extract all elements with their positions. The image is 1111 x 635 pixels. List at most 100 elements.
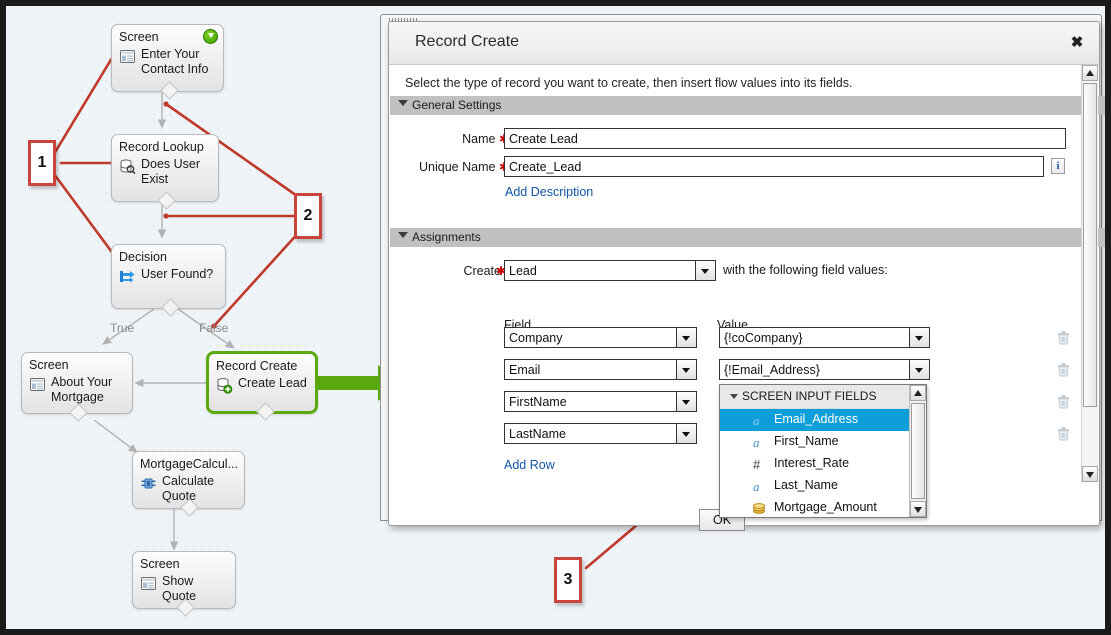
flow-node-mortgage-calc[interactable]: MortgageCalcul... CalculateQuote <box>132 451 245 509</box>
scroll-down-icon[interactable] <box>910 501 926 517</box>
svg-text:a: a <box>753 479 760 494</box>
name-input[interactable]: Create Lead <box>504 128 1066 149</box>
node-connector-diamond[interactable] <box>69 403 87 421</box>
create-suffix-text: with the following field values: <box>723 263 888 277</box>
node-type-label: Screen <box>140 557 228 572</box>
callout-marker-2: 2 <box>294 193 322 239</box>
dropdown-group-header[interactable]: SCREEN INPUT FIELDS <box>720 385 926 409</box>
create-field-label: Create <box>411 264 501 278</box>
dialog-scroll-thumb[interactable] <box>1083 83 1097 407</box>
new-badge-icon <box>203 29 218 44</box>
assignment-field-input[interactable]: Email <box>504 359 677 380</box>
callout-number: 1 <box>38 154 47 172</box>
flow-node-screen-contact[interactable]: Screen Enter YourContact Info <box>111 24 224 92</box>
dropdown-item-interest-rate[interactable]: # Interest_Rate <box>720 453 926 475</box>
unique-name-field-label: Unique Name ✱ <box>394 160 509 174</box>
assignment-field-dropdown-button[interactable] <box>677 327 697 348</box>
unique-name-input[interactable]: Create_Lead <box>504 156 1044 177</box>
node-name-label: Does UserExist <box>141 157 200 187</box>
assignment-value-input[interactable]: {!coCompany} <box>719 327 910 348</box>
dialog-scrollbar[interactable] <box>1081 65 1098 482</box>
text-var-icon: a <box>752 412 767 428</box>
dropdown-item-label: Interest_Rate <box>774 456 849 470</box>
flow-node-screen-quote[interactable]: Screen Show Quote <box>132 551 236 609</box>
dropdown-group-label: SCREEN INPUT FIELDS <box>742 389 876 403</box>
info-icon[interactable]: i <box>1051 158 1065 174</box>
flow-node-decision[interactable]: Decision User Found? <box>111 244 226 309</box>
record-lookup-icon <box>119 158 136 175</box>
assignment-field-input[interactable]: LastName <box>504 423 677 444</box>
value-dropdown-list[interactable]: SCREEN INPUT FIELDS a Email_Address a Fi… <box>719 384 927 518</box>
screen-icon <box>119 48 136 65</box>
scroll-down-icon[interactable] <box>1082 466 1098 482</box>
name-label-text: Name <box>462 132 495 146</box>
dropdown-scrollbar[interactable] <box>909 385 926 517</box>
node-name-label: Create Lead <box>238 376 307 391</box>
svg-text:#: # <box>753 457 761 472</box>
scroll-up-icon[interactable] <box>910 385 926 401</box>
section-header-assignments[interactable]: Assignments <box>390 228 1105 247</box>
assignment-field-input[interactable]: Company <box>504 327 677 348</box>
node-type-label: MortgageCalcul... <box>140 457 237 472</box>
delete-row-icon[interactable] <box>1057 330 1070 345</box>
node-name-label: About YourMortgage <box>51 375 112 405</box>
assignment-value-input[interactable]: {!Email_Address} <box>719 359 910 380</box>
add-description-link[interactable]: Add Description <box>505 185 593 199</box>
delete-row-icon[interactable] <box>1057 426 1070 441</box>
assignment-value-dropdown-button[interactable] <box>910 359 930 380</box>
screen-icon <box>29 376 46 393</box>
assignment-field-dropdown-button[interactable] <box>677 359 697 380</box>
node-connector-diamond[interactable] <box>160 81 178 99</box>
name-field-label: Name ✱ <box>419 132 509 146</box>
flow-node-record-lookup[interactable]: Record Lookup Does UserExist <box>111 134 219 202</box>
text-var-icon: a <box>752 434 767 450</box>
node-type-label: Record Lookup <box>119 140 211 155</box>
chevron-down-icon <box>398 100 408 106</box>
dropdown-item-first-name[interactable]: a First_Name <box>720 431 926 453</box>
close-icon[interactable]: ✖ <box>1069 33 1085 51</box>
add-row-link[interactable]: Add Row <box>504 458 555 472</box>
node-type-label: Screen <box>29 358 125 373</box>
assignment-value-dropdown-button[interactable] <box>910 327 930 348</box>
section-header-general-settings[interactable]: General Settings <box>390 96 1105 115</box>
section-label: Assignments <box>412 230 481 244</box>
flow-canvas[interactable]: Screen Enter YourContact Info <box>6 6 1105 629</box>
node-connector-diamond[interactable] <box>157 191 175 209</box>
node-connector-diamond[interactable] <box>256 402 274 420</box>
dropdown-item-mortgage-amount[interactable]: Mortgage_Amount <box>720 497 926 518</box>
svg-text:a: a <box>753 435 760 450</box>
create-object-dropdown-button[interactable] <box>696 260 716 281</box>
dropdown-item-email-address[interactable]: a Email_Address <box>720 409 926 431</box>
assignment-field-dropdown-button[interactable] <box>677 391 697 412</box>
delete-row-icon[interactable] <box>1057 394 1070 409</box>
section-label: General Settings <box>412 98 501 112</box>
unique-name-label-text: Unique Name <box>419 160 495 174</box>
dropdown-item-label: Last_Name <box>774 478 838 492</box>
assignment-field-dropdown-button[interactable] <box>677 423 697 444</box>
edge-label-false: False <box>199 321 228 335</box>
svg-text:a: a <box>753 413 760 428</box>
decision-icon <box>119 268 136 285</box>
node-type-label: Screen <box>119 30 216 45</box>
scroll-up-icon[interactable] <box>1082 65 1098 81</box>
number-var-icon: # <box>752 456 767 472</box>
delete-row-icon[interactable] <box>1057 362 1070 377</box>
record-create-icon <box>216 377 233 394</box>
dropdown-scroll-thumb[interactable] <box>911 403 925 499</box>
node-type-label: Record Create <box>216 359 308 374</box>
callout-number: 2 <box>304 207 313 225</box>
dialog-titlebar: Record Create ✖ <box>389 22 1099 65</box>
node-name-label: Enter YourContact Info <box>141 47 208 77</box>
screenshot-root: Screen Enter YourContact Info <box>0 0 1111 635</box>
callout-marker-1: 1 <box>28 140 56 186</box>
dropdown-item-last-name[interactable]: a Last_Name <box>720 475 926 497</box>
node-connector-diamond[interactable] <box>161 298 179 316</box>
dialog-title: Record Create <box>415 33 519 51</box>
assignment-field-input[interactable]: FirstName <box>504 391 677 412</box>
dialog-instruction: Select the type of record you want to cr… <box>405 76 852 90</box>
chevron-down-icon <box>730 394 738 399</box>
text-var-icon: a <box>752 478 767 494</box>
flow-node-record-create[interactable]: Record Create Create Lead <box>206 351 318 414</box>
create-object-input[interactable]: Lead <box>504 260 696 281</box>
flow-node-screen-mortgage[interactable]: Screen About YourMortgage <box>21 352 133 414</box>
